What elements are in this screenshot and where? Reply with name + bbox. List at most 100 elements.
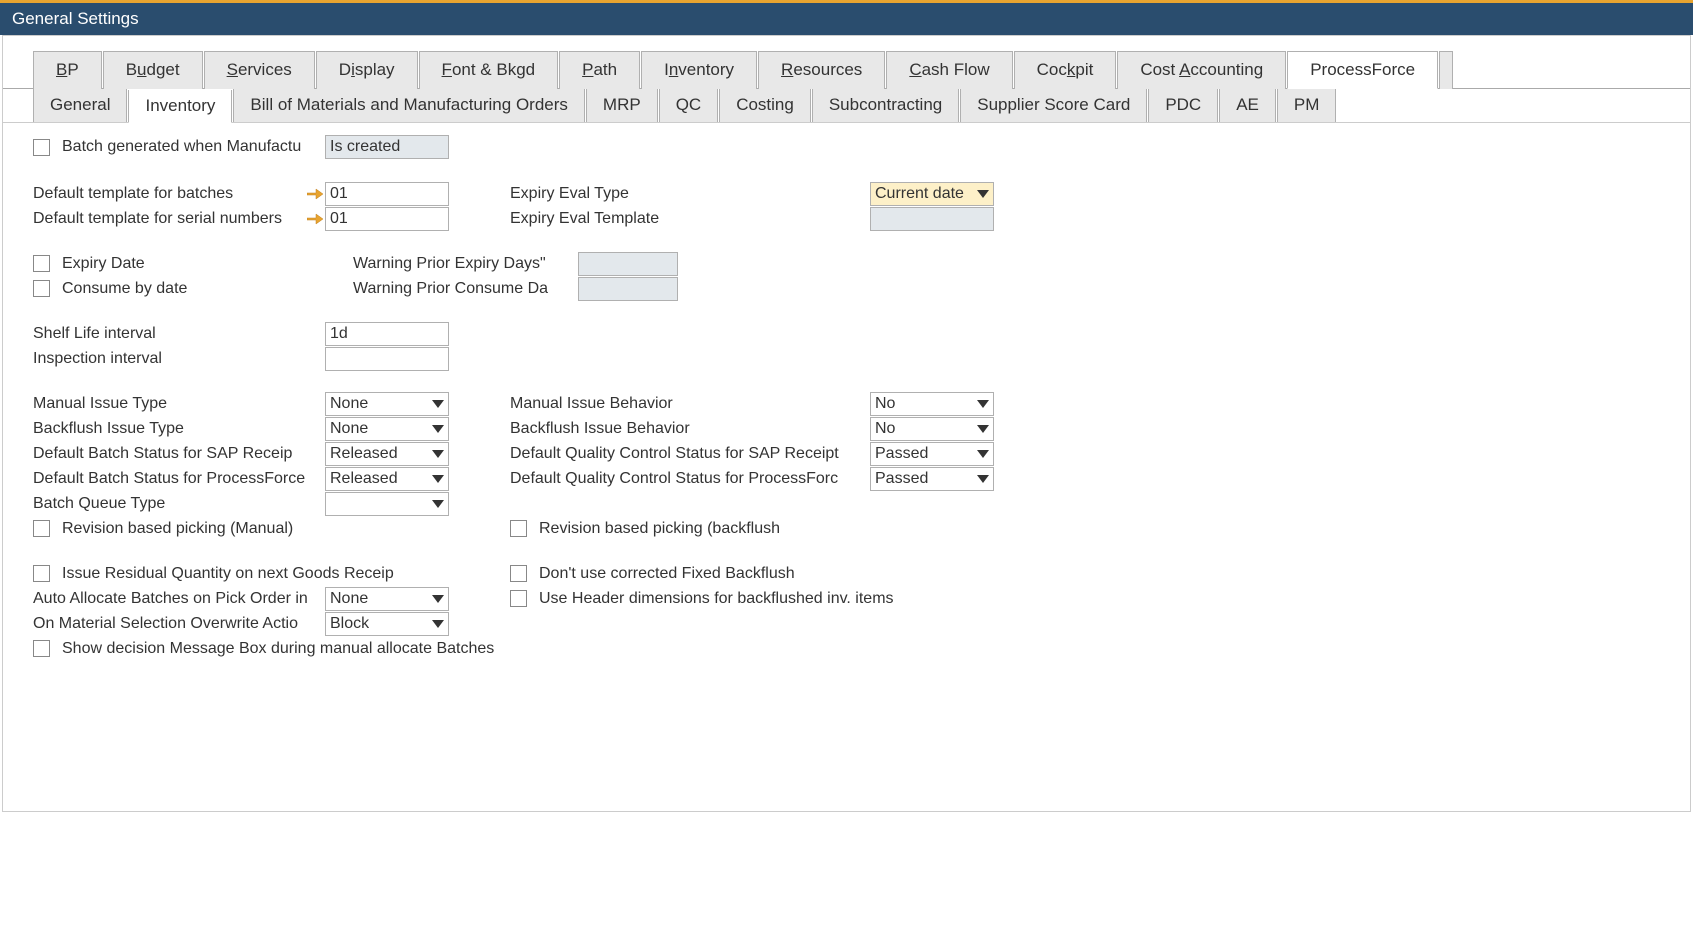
label-manual-issue-behavior: Manual Issue Behavior	[510, 395, 870, 413]
settings-panel: Batch generated when Manufactu Is create…	[3, 123, 1690, 671]
tab-costacct[interactable]: Cost Accounting	[1117, 51, 1286, 89]
dropdown-value: No	[875, 420, 895, 438]
checkbox-show-decision[interactable]	[33, 640, 50, 657]
chevron-down-icon	[977, 450, 989, 458]
tab-budget[interactable]: Budget	[103, 51, 203, 89]
dropdown-value: Passed	[875, 445, 928, 463]
checkbox-revision-picking-manual[interactable]	[33, 520, 50, 537]
subtab-mrp[interactable]: MRP	[586, 89, 658, 122]
chevron-down-icon	[977, 475, 989, 483]
field-expiry-eval-template[interactable]	[870, 207, 994, 231]
subtab-ssc[interactable]: Supplier Score Card	[960, 89, 1147, 122]
dropdown-default-batch-sap[interactable]: Released	[325, 442, 449, 466]
checkbox-dont-use-fixed[interactable]	[510, 565, 527, 582]
tab-overflow[interactable]	[1439, 51, 1453, 89]
field-shelf-life[interactable]: 1d	[325, 322, 449, 346]
label-expiry-eval-type: Expiry Eval Type	[510, 185, 870, 203]
checkbox-batch-generated[interactable]	[33, 139, 50, 156]
tab-services[interactable]: Services	[204, 51, 315, 89]
subtab-qc[interactable]: QC	[659, 89, 719, 122]
tab-display[interactable]: Display	[316, 51, 418, 89]
label-shelf-life: Shelf Life interval	[33, 325, 325, 343]
subtab-pm[interactable]: PM	[1277, 89, 1337, 122]
subtab-subcon[interactable]: Subcontracting	[812, 89, 959, 122]
tab-processforce[interactable]: ProcessForce	[1287, 51, 1438, 89]
label-dont-use-fixed: Don't use corrected Fixed Backflush	[539, 565, 795, 583]
dropdown-value: No	[875, 395, 895, 413]
tab-font[interactable]: Font & Bkgd	[419, 51, 559, 89]
label-warning-expiry: Warning Prior Expiry Days"	[353, 255, 568, 273]
field-inspection[interactable]	[325, 347, 449, 371]
subtab-ae[interactable]: AE	[1219, 89, 1276, 122]
sub-tab-bar: General Inventory Bill of Materials and …	[3, 89, 1690, 123]
label-default-template-serial: Default template for serial numbers	[33, 210, 305, 228]
tab-bp[interactable]: BP	[33, 51, 102, 89]
dropdown-backflush-issue-behavior[interactable]: No	[870, 417, 994, 441]
checkbox-revision-picking-backflush[interactable]	[510, 520, 527, 537]
tab-path[interactable]: Path	[559, 51, 640, 89]
dropdown-value: Current date	[875, 185, 964, 203]
field-default-template-serial[interactable]: 01	[325, 207, 449, 231]
checkbox-expiry-date[interactable]	[33, 255, 50, 272]
content-frame: BP Budget Services Display Font & Bkgd P…	[2, 35, 1691, 812]
label-warning-consume: Warning Prior Consume Da	[353, 280, 568, 298]
checkbox-issue-residual[interactable]	[33, 565, 50, 582]
chevron-down-icon	[977, 400, 989, 408]
label-consume-by-date: Consume by date	[62, 280, 325, 298]
chevron-down-icon	[432, 450, 444, 458]
chevron-down-icon	[977, 190, 989, 198]
chevron-down-icon	[432, 400, 444, 408]
dropdown-expiry-eval-type[interactable]: Current date	[870, 182, 994, 206]
label-revision-picking-backflush: Revision based picking (backflush	[539, 520, 780, 538]
dropdown-value: Released	[330, 470, 398, 488]
field-batch-generated-value[interactable]: Is created	[325, 135, 449, 159]
dropdown-value: Block	[330, 615, 369, 633]
subtab-general[interactable]: General	[33, 89, 127, 122]
dropdown-on-material[interactable]: Block	[325, 612, 449, 636]
subtab-inventory[interactable]: Inventory	[128, 90, 232, 123]
tab-resources[interactable]: Resources	[758, 51, 885, 89]
label-default-batch-pf: Default Batch Status for ProcessForce	[33, 470, 325, 488]
label-expiry-date: Expiry Date	[62, 255, 325, 273]
dropdown-auto-allocate[interactable]: None	[325, 587, 449, 611]
tab-cashflow[interactable]: Cash Flow	[886, 51, 1012, 89]
label-show-decision: Show decision Message Box during manual …	[62, 640, 494, 658]
chevron-down-icon	[432, 425, 444, 433]
label-batch-generated: Batch generated when Manufactu	[62, 138, 325, 156]
checkbox-use-header[interactable]	[510, 590, 527, 607]
subtab-pdc[interactable]: PDC	[1148, 89, 1218, 122]
dropdown-backflush-issue-type[interactable]: None	[325, 417, 449, 441]
label-default-qc-sap: Default Quality Control Status for SAP R…	[510, 445, 870, 463]
link-arrow-icon[interactable]	[305, 213, 325, 225]
dropdown-default-batch-pf[interactable]: Released	[325, 467, 449, 491]
dropdown-value: None	[330, 590, 368, 608]
tab-inventory[interactable]: Inventory	[641, 51, 757, 89]
dropdown-batch-queue[interactable]	[325, 492, 449, 516]
main-tab-bar: BP Budget Services Display Font & Bkgd P…	[3, 50, 1690, 89]
label-auto-allocate: Auto Allocate Batches on Pick Order in	[33, 590, 325, 608]
dropdown-default-qc-sap[interactable]: Passed	[870, 442, 994, 466]
label-backflush-issue-type: Backflush Issue Type	[33, 420, 325, 438]
title-bar: General Settings	[0, 0, 1693, 35]
dropdown-default-qc-pf[interactable]: Passed	[870, 467, 994, 491]
label-use-header: Use Header dimensions for backflushed in…	[539, 590, 894, 608]
tab-cockpit[interactable]: Cockpit	[1014, 51, 1117, 89]
label-manual-issue-type: Manual Issue Type	[33, 395, 325, 413]
field-warning-consume-days[interactable]	[578, 277, 678, 301]
dropdown-manual-issue-behavior[interactable]: No	[870, 392, 994, 416]
subtab-bom[interactable]: Bill of Materials and Manufacturing Orde…	[233, 89, 584, 122]
chevron-down-icon	[432, 595, 444, 603]
field-warning-expiry-days[interactable]	[578, 252, 678, 276]
field-default-template-batches[interactable]: 01	[325, 182, 449, 206]
link-arrow-icon[interactable]	[305, 188, 325, 200]
label-expiry-eval-template: Expiry Eval Template	[510, 210, 870, 228]
label-default-batch-sap: Default Batch Status for SAP Receip	[33, 445, 325, 463]
checkbox-consume-by-date[interactable]	[33, 280, 50, 297]
dropdown-manual-issue-type[interactable]: None	[325, 392, 449, 416]
dropdown-value: Released	[330, 445, 398, 463]
label-inspection: Inspection interval	[33, 350, 325, 368]
label-batch-queue: Batch Queue Type	[33, 495, 325, 513]
label-backflush-issue-behavior: Backflush Issue Behavior	[510, 420, 870, 438]
subtab-costing[interactable]: Costing	[719, 89, 811, 122]
chevron-down-icon	[432, 620, 444, 628]
